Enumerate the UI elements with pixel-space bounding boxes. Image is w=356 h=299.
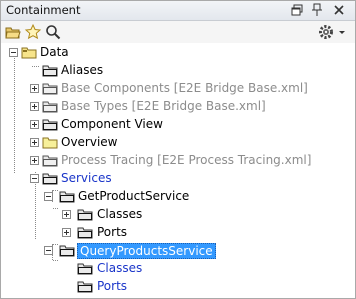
folder-icon <box>59 191 75 203</box>
collapse-toggle[interactable] <box>30 174 39 183</box>
panel-toolbar <box>1 21 355 44</box>
tree-label: Base Types [E2E Bridge Base.xml] <box>61 99 266 113</box>
package-folder-icon <box>42 137 58 149</box>
tree-row-component-view[interactable]: Component View <box>1 115 355 133</box>
gear-icon[interactable] <box>317 23 335 41</box>
tree-row-base-components[interactable]: Base Components [E2E Bridge Base.xml] <box>1 79 355 97</box>
tree-label: GetProductService <box>78 189 190 203</box>
containment-panel: Containment Data Aliases Base Components… <box>0 0 356 299</box>
tree-row-aliases[interactable]: Aliases <box>1 61 355 79</box>
folder-icon <box>42 119 58 131</box>
dropdown-arrow-icon[interactable] <box>337 23 347 41</box>
pin-icon[interactable] <box>309 2 325 18</box>
panel-titlebar: Containment <box>1 1 355 21</box>
tree-row-services[interactable]: Services <box>1 169 355 187</box>
tree-label: Aliases <box>61 63 104 77</box>
restore-icon[interactable] <box>289 2 305 18</box>
folder-icon <box>42 173 58 185</box>
tree-row-queryproductsservice[interactable]: QueryProductsService <box>1 241 355 259</box>
tree-label: Process Tracing [E2E Process Tracing.xml… <box>61 153 312 167</box>
tree-row-overview[interactable]: Overview <box>1 133 355 151</box>
tree-label: Classes <box>97 261 143 275</box>
tree-label-selected: QueryProductsService <box>77 243 216 259</box>
package-folder-icon <box>21 47 37 59</box>
tree-row-getproductservice[interactable]: GetProductService <box>1 187 355 205</box>
linked-folder-icon <box>42 101 58 113</box>
expand-toggle[interactable] <box>30 156 39 165</box>
tree-row-base-types[interactable]: Base Types [E2E Bridge Base.xml] <box>1 97 355 115</box>
tree-row-classes[interactable]: Classes <box>1 205 355 223</box>
tree-label: Ports <box>97 279 128 293</box>
expand-toggle[interactable] <box>30 84 39 93</box>
close-icon[interactable] <box>331 2 347 18</box>
collapse-toggle[interactable] <box>44 192 53 201</box>
linked-folder-icon <box>42 155 58 167</box>
folder-icon <box>77 209 93 221</box>
tree-row-classes[interactable]: Classes <box>1 259 355 277</box>
expand-toggle[interactable] <box>30 102 39 111</box>
expand-toggle[interactable] <box>62 210 71 219</box>
spacer2 <box>1 223 355 241</box>
folder-icon <box>77 263 93 275</box>
tree-row-process-tracing[interactable]: Process Tracing [E2E Process Tracing.xml… <box>1 151 355 169</box>
collapse-toggle[interactable] <box>9 48 18 57</box>
open-folder-icon[interactable] <box>4 23 22 41</box>
collapse-toggle[interactable] <box>44 246 53 255</box>
folder-icon <box>77 281 93 293</box>
tree-label: Base Components [E2E Bridge Base.xml] <box>61 81 308 95</box>
tree-label: Classes <box>97 207 143 221</box>
expand-toggle[interactable] <box>30 138 39 147</box>
folder-icon <box>42 65 58 77</box>
tree-label: Data <box>40 45 69 59</box>
tree-label: Component View <box>61 117 163 131</box>
tree-label: Overview <box>61 135 118 149</box>
panel-title: Containment <box>6 3 81 17</box>
linked-folder-icon <box>42 83 58 95</box>
expand-toggle[interactable] <box>30 120 39 129</box>
tree-row-data[interactable]: Data <box>1 43 355 61</box>
favorite-star-icon[interactable] <box>24 23 42 41</box>
tree-label: Services <box>61 171 112 185</box>
folder-icon <box>59 245 75 257</box>
search-icon[interactable] <box>44 23 62 41</box>
containment-tree: Data Aliases Base Components [E2E Bridge… <box>1 43 355 298</box>
tree-row-ports[interactable]: Ports <box>1 277 355 295</box>
